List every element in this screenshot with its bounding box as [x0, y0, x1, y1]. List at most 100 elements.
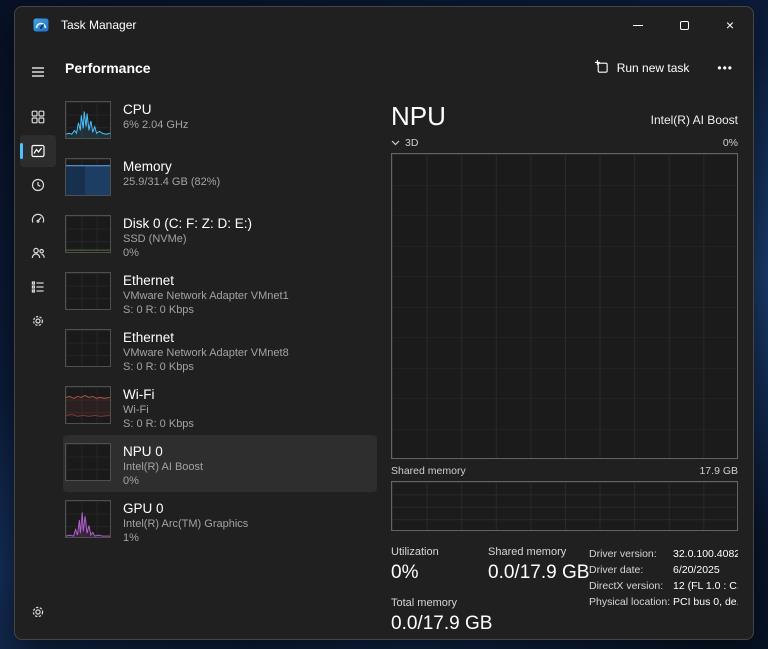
- perf-item-detail: 0%: [123, 246, 252, 260]
- perf-item-name: CPU: [123, 101, 188, 118]
- device-name: Intel(R) AI Boost: [651, 113, 738, 131]
- perf-item-detail: S: 0 R: 0 Kbps: [123, 417, 194, 431]
- sidebar-item-processes[interactable]: [20, 101, 56, 133]
- shared-memory-stat-value: 0.0/17.9 GB: [488, 561, 589, 585]
- chevron-down-icon: [391, 137, 400, 149]
- maximize-icon: [680, 21, 689, 30]
- sidebar-item-app-history[interactable]: [20, 169, 56, 201]
- perf-item-disk0[interactable]: Disk 0 (C: F: Z: D: E:) SSD (NVMe) 0%: [63, 207, 377, 264]
- perf-item-ethernet-vmnet8[interactable]: Ethernet VMware Network Adapter VMnet8 S…: [63, 321, 377, 378]
- nav-menu-button[interactable]: [20, 56, 56, 88]
- total-memory-value: 0.0/17.9 GB: [391, 612, 488, 636]
- device-type-title: NPU: [391, 101, 446, 131]
- detail-row: Driver version: 32.0.100.4082: [589, 546, 738, 562]
- engine-label: 3D: [405, 137, 418, 149]
- shared-memory-scale-label: 17.9 GB: [699, 465, 738, 477]
- settings-gear-icon: [30, 604, 46, 620]
- perf-item-detail: 1%: [123, 531, 248, 545]
- services-icon: [30, 313, 46, 329]
- details-icon: [30, 279, 46, 295]
- perf-item-name: Wi-Fi: [123, 386, 194, 403]
- performance-list: CPU 6% 2.04 GHz: [61, 93, 377, 639]
- perf-item-npu0[interactable]: NPU 0 Intel(R) AI Boost 0%: [63, 435, 377, 492]
- startup-apps-icon: [30, 211, 46, 227]
- detail-value: 12 (FL 1.0 : C...: [673, 578, 738, 594]
- processes-icon: [30, 109, 46, 125]
- task-manager-app-icon: [33, 17, 49, 33]
- more-options-button[interactable]: •••: [709, 55, 741, 81]
- npu-utilization-chart[interactable]: [391, 153, 738, 459]
- memory-sparkline: [65, 158, 111, 196]
- utilization-scale-label: 0%: [723, 137, 738, 149]
- sidebar-item-startup-apps[interactable]: [20, 203, 56, 235]
- cpu-sparkline: [65, 101, 111, 139]
- perf-item-name: Ethernet: [123, 272, 289, 289]
- task-manager-window: Task Manager ×: [14, 6, 754, 640]
- total-memory-label: Total memory: [391, 596, 488, 610]
- perf-item-detail: SSD (NVMe): [123, 232, 252, 246]
- perf-item-detail: Intel(R) AI Boost: [123, 460, 203, 474]
- sidebar-item-performance[interactable]: [20, 135, 56, 167]
- perf-item-name: NPU 0: [123, 443, 203, 460]
- page-header: Performance Run new task •••: [61, 43, 753, 93]
- ethernet2-sparkline: [65, 329, 111, 367]
- perf-item-name: GPU 0: [123, 500, 248, 517]
- utilization-value: 0%: [391, 561, 488, 585]
- perf-item-detail: S: 0 R: 0 Kbps: [123, 303, 289, 317]
- detail-label: Physical location:: [589, 594, 673, 610]
- npu-detail-panel: NPU Intel(R) AI Boost 3D 0%: [377, 93, 753, 639]
- shared-memory-stat-label: Shared memory: [488, 545, 589, 559]
- sidebar-item-users[interactable]: [20, 237, 56, 269]
- utilization-label: Utilization: [391, 545, 488, 559]
- sidebar-item-services[interactable]: [20, 305, 56, 337]
- detail-label: Driver version:: [589, 546, 673, 562]
- npu-sparkline: [65, 443, 111, 481]
- perf-item-detail: 6% 2.04 GHz: [123, 118, 188, 132]
- run-new-task-icon: [594, 59, 609, 77]
- gpu-sparkline: [65, 500, 111, 538]
- run-new-task-button[interactable]: Run new task: [584, 53, 700, 83]
- perf-item-ethernet-vmnet1[interactable]: Ethernet VMware Network Adapter VMnet1 S…: [63, 264, 377, 321]
- perf-item-memory[interactable]: Memory 25.9/31.4 GB (82%): [63, 150, 377, 207]
- detail-label: Driver date:: [589, 562, 673, 578]
- close-button[interactable]: ×: [707, 7, 753, 43]
- perf-item-detail: VMware Network Adapter VMnet8: [123, 346, 289, 360]
- detail-row: Physical location: PCI bus 0, de...: [589, 594, 738, 610]
- ellipsis-icon: •••: [717, 61, 733, 75]
- shared-memory-caption: Shared memory: [391, 465, 466, 477]
- performance-icon: [30, 143, 46, 159]
- detail-row: DirectX version: 12 (FL 1.0 : C...: [589, 578, 738, 594]
- sidebar-item-details[interactable]: [20, 271, 56, 303]
- perf-item-name: Memory: [123, 158, 220, 175]
- perf-item-detail: 25.9/31.4 GB (82%): [123, 175, 220, 189]
- ethernet1-sparkline: [65, 272, 111, 310]
- detail-value: 32.0.100.4082: [673, 546, 738, 562]
- page-title: Performance: [65, 60, 151, 76]
- perf-item-name: Ethernet: [123, 329, 289, 346]
- perf-item-detail: S: 0 R: 0 Kbps: [123, 360, 289, 374]
- minimize-button[interactable]: [615, 7, 661, 43]
- engine-selector[interactable]: 3D: [391, 137, 418, 149]
- wifi-sparkline: [65, 386, 111, 424]
- shared-memory-chart[interactable]: [391, 481, 738, 531]
- users-icon: [30, 245, 46, 261]
- maximize-button[interactable]: [661, 7, 707, 43]
- detail-value: 6/20/2025: [673, 562, 720, 578]
- perf-item-detail: Intel(R) Arc(TM) Graphics: [123, 517, 248, 531]
- perf-item-name: Disk 0 (C: F: Z: D: E:): [123, 215, 252, 232]
- detail-row: Driver date: 6/20/2025: [589, 562, 738, 578]
- app-history-icon: [30, 177, 46, 193]
- driver-details: Driver version: 32.0.100.4082 Driver dat…: [589, 545, 738, 636]
- hamburger-icon: [30, 64, 46, 80]
- detail-label: DirectX version:: [589, 578, 673, 594]
- sidebar-item-settings[interactable]: [20, 596, 56, 628]
- perf-item-gpu0[interactable]: GPU 0 Intel(R) Arc(TM) Graphics 1%: [63, 492, 377, 549]
- titlebar[interactable]: Task Manager ×: [15, 7, 753, 43]
- disk-sparkline: [65, 215, 111, 253]
- perf-item-detail: 0%: [123, 474, 203, 488]
- perf-item-cpu[interactable]: CPU 6% 2.04 GHz: [63, 93, 377, 150]
- perf-item-wifi[interactable]: Wi-Fi Wi-Fi S: 0 R: 0 Kbps: [63, 378, 377, 435]
- run-new-task-label: Run new task: [617, 61, 690, 75]
- perf-item-detail: Wi-Fi: [123, 403, 194, 417]
- window-title: Task Manager: [61, 18, 136, 32]
